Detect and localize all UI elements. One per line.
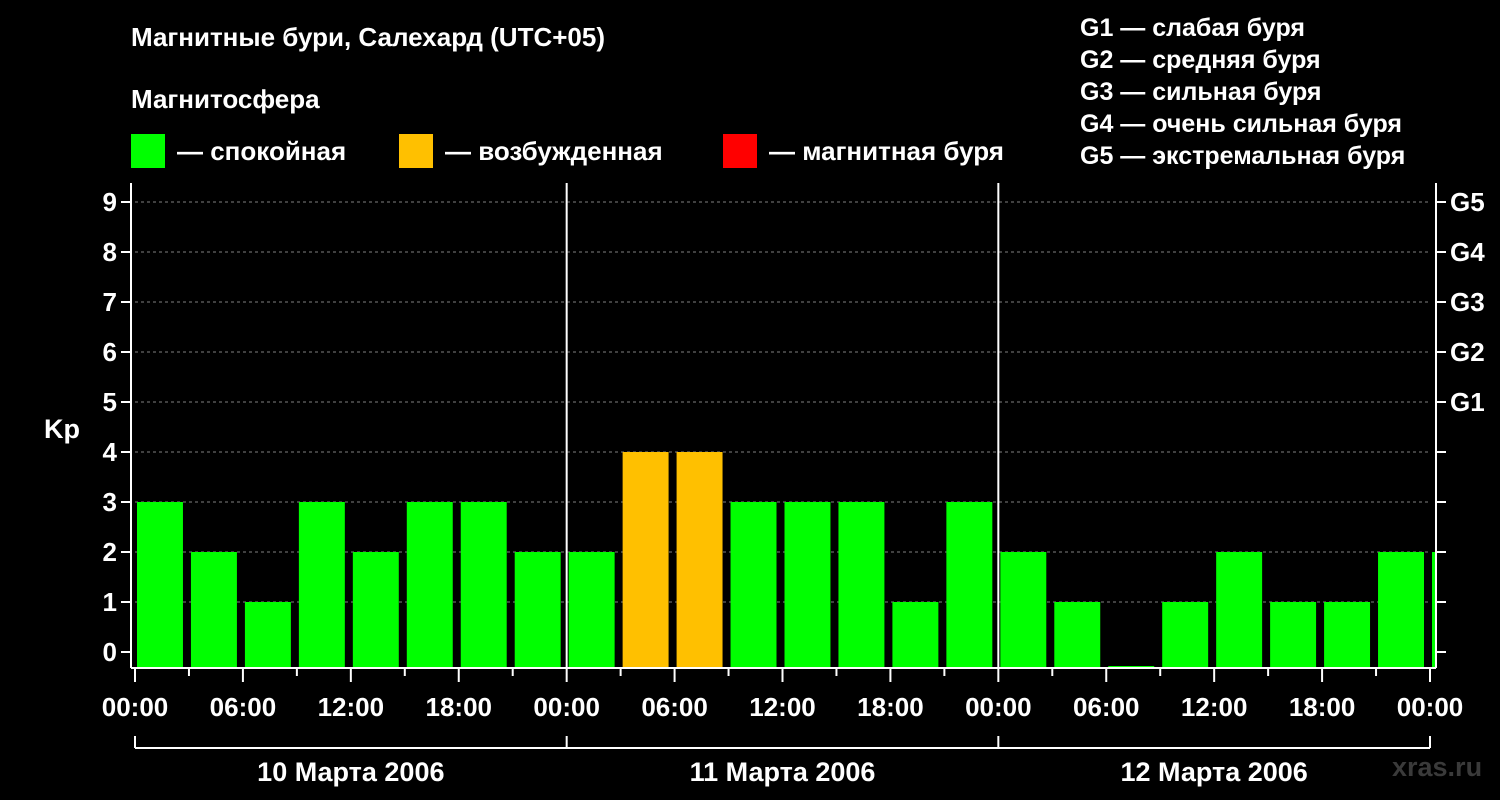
x-tick-label: 00:00 [965, 692, 1032, 722]
kp-bar [784, 502, 831, 668]
kp-bar [1162, 602, 1209, 668]
y-tick-label: 8 [103, 237, 117, 267]
x-tick-label: 00:00 [533, 692, 600, 722]
y-tick-label: 1 [103, 587, 117, 617]
kp-bar [1000, 552, 1047, 668]
day-label: 10 Марта 2006 [257, 757, 444, 787]
kp-bar [298, 502, 345, 668]
g-scale-label: G5 [1450, 187, 1485, 217]
kp-bar [352, 552, 399, 668]
day-label: 12 Марта 2006 [1121, 757, 1308, 787]
kp-bar [1216, 552, 1263, 668]
x-tick-label: 18:00 [857, 692, 924, 722]
kp-bar [622, 452, 669, 668]
x-tick-label: 06:00 [1073, 692, 1140, 722]
x-tick-label: 00:00 [102, 692, 169, 722]
day-label: 11 Марта 2006 [690, 757, 876, 787]
kp-bar [460, 502, 507, 668]
x-tick-label: 12:00 [318, 692, 385, 722]
kp-bar [406, 502, 453, 668]
x-tick-label: 12:00 [749, 692, 816, 722]
kp-bar [514, 552, 561, 668]
y-tick-label: 2 [103, 537, 117, 567]
y-tick-label: 0 [103, 637, 117, 667]
watermark: xras.ru [1392, 752, 1483, 782]
kp-bar-chart: 0 1 2 3 4 5 6 7 8 9 G1 G2 G3 G4 G5 Kp 00:00 06:00 12:00 18:… [44, 183, 1485, 787]
kp-bar [244, 602, 291, 668]
kp-bar [1324, 602, 1371, 668]
x-tick-label: 18:00 [426, 692, 493, 722]
y-tick-label: 7 [103, 287, 117, 317]
kp-bar [137, 502, 183, 668]
y-tick-label: 5 [103, 387, 117, 417]
kp-bar [568, 552, 615, 668]
x-tick-label: 00:00 [1397, 692, 1464, 722]
kp-bar [190, 552, 237, 668]
kp-bar [946, 502, 993, 668]
kp-bar [1270, 602, 1317, 668]
y-tick-label: 6 [103, 337, 117, 367]
g-scale-label: G4 [1450, 237, 1485, 267]
kp-bar [730, 502, 777, 668]
x-tick-label: 06:00 [641, 692, 708, 722]
kp-bar [1378, 552, 1424, 668]
g-scale-label: G3 [1450, 287, 1485, 317]
kp-bar [892, 602, 939, 668]
y-tick-label: 4 [103, 437, 118, 467]
x-tick-label: 12:00 [1181, 692, 1248, 722]
y-axis-label: Kp [44, 414, 80, 444]
kp-bar [676, 452, 723, 668]
kp-bar [1054, 602, 1101, 668]
kp-bar [838, 502, 885, 668]
x-tick-label: 18:00 [1289, 692, 1356, 722]
x-tick-label: 06:00 [210, 692, 277, 722]
g-scale-label: G2 [1450, 337, 1485, 367]
y-tick-label: 3 [103, 487, 117, 517]
g-scale-label: G1 [1450, 387, 1485, 417]
y-tick-label: 9 [103, 187, 117, 217]
